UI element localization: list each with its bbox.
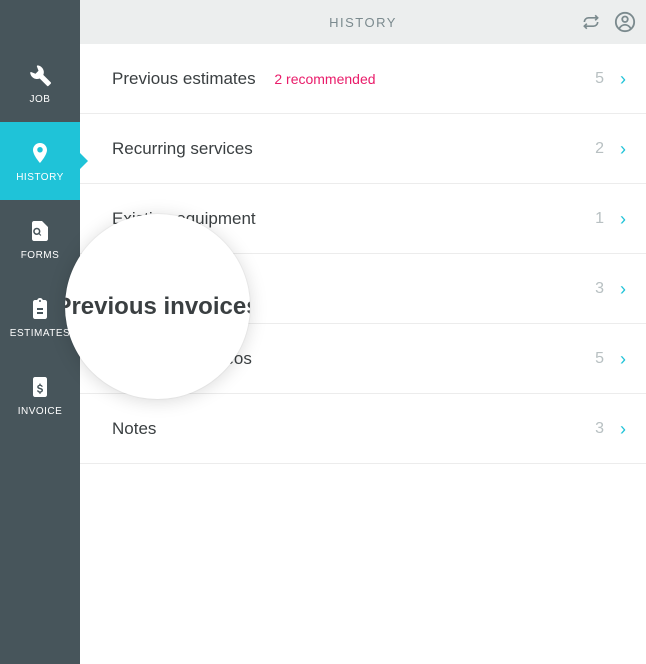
sidebar-item-job[interactable]: JOB [0,44,80,122]
sidebar-item-history[interactable]: HISTORY [0,122,80,200]
sidebar-item-label: FORMS [21,250,60,261]
pin-icon [27,140,53,166]
chevron-right-icon: › [620,140,626,158]
row-count: 3 [595,280,604,298]
row-notes[interactable]: Notes 3 › [80,394,646,464]
row-sublabel: 2 recommended [274,71,375,87]
row-label: Previous estimates 2 recommended [112,69,595,89]
row-count: 5 [595,350,604,368]
sidebar-item-forms[interactable]: FORMS [0,200,80,278]
chevron-right-icon: › [620,210,626,228]
chevron-right-icon: › [620,420,626,438]
row-label: Notes [112,419,595,439]
clipboard-icon [27,296,53,322]
header-actions [580,0,636,44]
row-count: 3 [595,420,604,438]
chevron-right-icon: › [620,350,626,368]
row-count: 2 [595,140,604,158]
row-previous-estimates[interactable]: Previous estimates 2 recommended 5 › [80,44,646,114]
wrench-icon [27,62,53,88]
sidebar-item-invoice[interactable]: INVOICE [0,356,80,434]
sidebar-item-label: HISTORY [16,172,64,183]
row-label: Recurring services [112,139,595,159]
page-title: HISTORY [329,15,397,30]
dollar-document-icon [27,374,53,400]
document-search-icon [27,218,53,244]
sidebar-item-label: JOB [30,94,51,105]
row-count: 5 [595,70,604,88]
sidebar-item-label: ESTIMATES [10,328,70,339]
sync-icon[interactable] [580,11,602,33]
chevron-right-icon: › [620,70,626,88]
row-count: 1 [595,210,604,228]
magnifier-text: Previous invoices [65,293,250,321]
user-circle-icon[interactable] [614,11,636,33]
row-recurring-services[interactable]: Recurring services 2 › [80,114,646,184]
sidebar-item-label: INVOICE [18,406,63,417]
chevron-right-icon: › [620,280,626,298]
magnifier-callout: Previous invoices [65,214,250,399]
header: HISTORY [80,0,646,44]
